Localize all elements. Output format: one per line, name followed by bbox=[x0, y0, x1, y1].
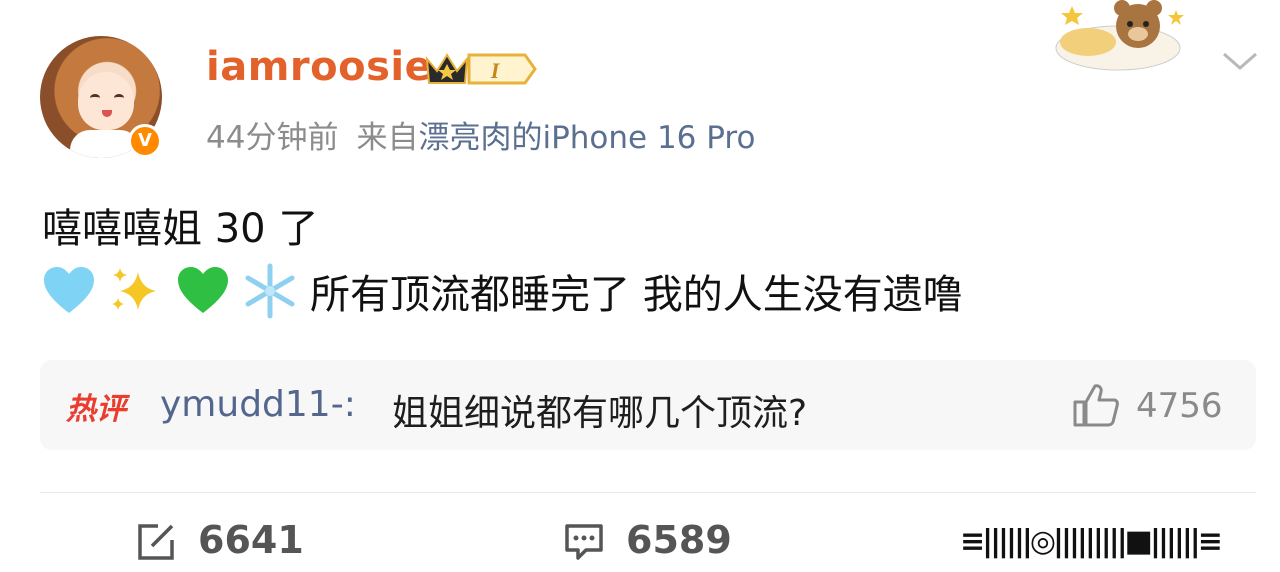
post-text-line2-content: 所有顶流都睡完了 我的人生没有遗噜 bbox=[310, 272, 963, 318]
light-blue-heart-icon bbox=[42, 266, 96, 316]
thumbs-up-icon[interactable] bbox=[1072, 382, 1120, 428]
level-badge-label: I bbox=[490, 58, 501, 83]
comment-icon[interactable] bbox=[564, 522, 604, 562]
hot-comment-tag: 热评 bbox=[66, 392, 126, 427]
username[interactable]: iamroosie bbox=[206, 44, 432, 90]
sparkles-icon bbox=[108, 266, 164, 316]
hot-comment-likes: 4756 bbox=[1136, 386, 1223, 426]
member-crown-badge[interactable]: I bbox=[425, 49, 537, 89]
verified-badge-icon: V bbox=[128, 124, 162, 158]
source-prefix: 来自 bbox=[356, 120, 419, 156]
bear-sticker-icon bbox=[1055, 0, 1184, 71]
post-meta: 44分钟前 来自漂亮肉的iPhone 16 Pro bbox=[206, 112, 755, 157]
repost-count[interactable]: 6641 bbox=[198, 518, 304, 562]
post-time: 44分钟前 bbox=[206, 120, 339, 156]
chevron-down-icon[interactable] bbox=[1220, 50, 1260, 72]
comment-count[interactable]: 6589 bbox=[626, 518, 732, 562]
post-text-line2: 所有顶流都睡完了 我的人生没有遗噜 bbox=[42, 262, 963, 320]
divider bbox=[40, 492, 1256, 493]
repost-icon[interactable] bbox=[136, 522, 176, 562]
snowflake-icon bbox=[242, 263, 298, 319]
green-heart-icon bbox=[176, 266, 230, 316]
hot-comment-text: 姐姐细说都有哪几个顶流? bbox=[392, 393, 808, 434]
hot-comment-user[interactable]: ymudd11-: bbox=[160, 384, 356, 425]
watermark: ≡||||||◎|||||||||■||||||≡ bbox=[960, 524, 1223, 559]
post-text-line1: 嘻嘻嘻姐 30 了 bbox=[42, 206, 319, 252]
device-link[interactable]: 漂亮肉的iPhone 16 Pro bbox=[418, 120, 755, 156]
